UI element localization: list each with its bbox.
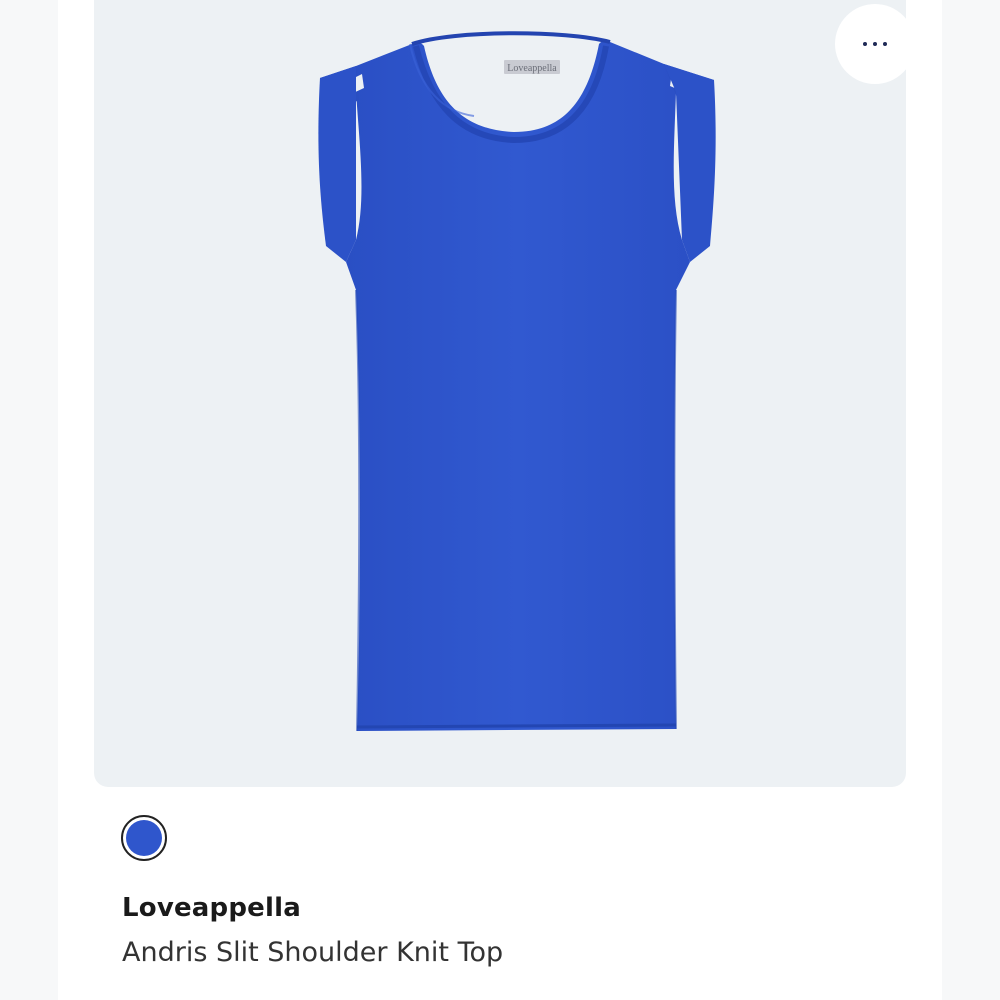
color-swatch-blue[interactable] [121,815,167,861]
product-card: Loveappella Loveappella Andris Slit Shou… [58,0,942,1000]
ellipsis-horizontal-icon [863,42,887,46]
swatch-fill [126,820,162,856]
product-image-container[interactable]: Loveappella [94,0,906,787]
brand-name[interactable]: Loveappella [122,890,301,926]
label-tag-text: Loveappella [507,63,557,74]
left-gutter [0,0,58,1000]
right-gutter [942,0,1000,1000]
product-image: Loveappella [318,31,716,732]
product-page: Loveappella Loveappella Andris Slit Shou… [0,0,1000,1000]
more-options-button[interactable] [835,4,906,84]
tank-top-body [346,40,690,731]
product-title[interactable]: Andris Slit Shoulder Knit Top [122,934,503,972]
